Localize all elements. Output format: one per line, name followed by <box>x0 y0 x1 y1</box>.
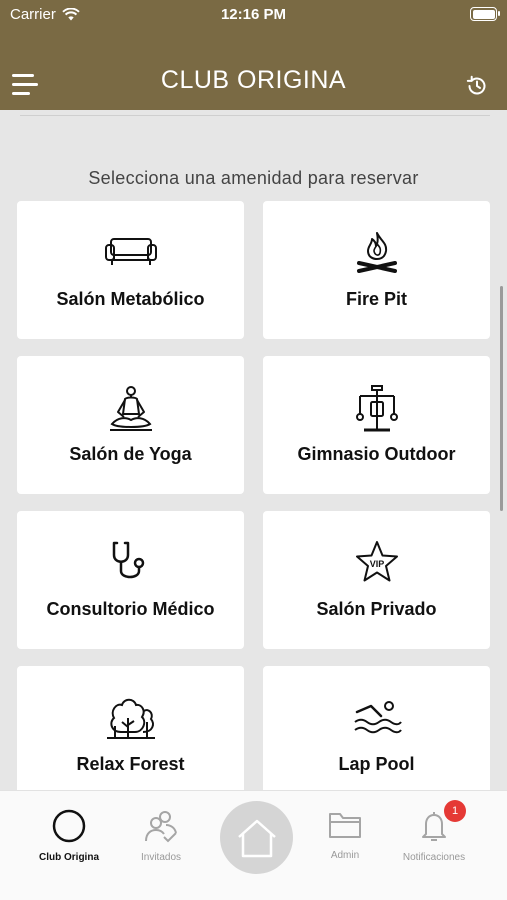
amenity-card-lap-pool[interactable]: Lap Pool <box>263 666 490 790</box>
scrollbar[interactable] <box>500 286 503 511</box>
amenity-label: Salón Metabólico <box>56 289 205 309</box>
amenity-card-salon-metabolico[interactable]: Salón Metabólico <box>17 201 244 339</box>
status-bar: Carrier 12:16 PM <box>0 0 507 30</box>
amenity-label: Lap Pool <box>338 754 415 774</box>
amenity-card-salon-privado[interactable]: VIP Salón Privado <box>263 511 490 649</box>
amenities-subtitle: Selecciona una amenidad para reservar <box>88 168 419 188</box>
battery-icon <box>470 7 500 21</box>
stethoscope-icon <box>112 541 144 579</box>
tab-label: Admin <box>330 850 360 861</box>
tab-admin[interactable]: Admin <box>300 809 390 861</box>
campfire-icon <box>356 232 397 273</box>
swimmer-icon <box>353 701 402 734</box>
amenity-card-salon-de-yoga[interactable]: Salón de Yoga <box>17 356 244 494</box>
amenity-label: Consultorio Médico <box>46 599 215 619</box>
status-time: 12:16 PM <box>220 6 287 23</box>
gym-machine-icon <box>355 385 398 432</box>
tab-notificaciones[interactable]: Notificaciones <box>389 809 479 863</box>
amenity-label: Salón Privado <box>316 599 437 619</box>
home-icon <box>237 819 276 857</box>
guests-icon <box>145 811 177 843</box>
vip-text: VIP <box>369 559 384 569</box>
home-button[interactable] <box>220 801 293 874</box>
amenity-label: Salón de Yoga <box>69 444 192 464</box>
notification-badge: 1 <box>444 800 466 822</box>
tab-bar: Club Origina Invitados Admin Notificacio… <box>0 790 507 900</box>
page-title: CLUB ORIGINA <box>160 66 347 94</box>
tab-label: Invitados <box>140 852 182 863</box>
circle-icon <box>52 809 86 843</box>
amenity-card-fire-pit[interactable]: Fire Pit <box>263 201 490 339</box>
tab-label: Club Origina <box>39 852 99 863</box>
trees-icon <box>106 698 155 739</box>
amenity-label: Fire Pit <box>345 289 407 309</box>
yoga-icon <box>109 386 152 431</box>
amenities-screen: Selecciona una amenidad para reservar Sa… <box>0 110 507 790</box>
folder-icon <box>329 813 361 838</box>
vip-star-icon: VIP <box>355 541 398 582</box>
amenity-card-consultorio-medico[interactable]: Consultorio Médico <box>17 511 244 649</box>
history-icon[interactable] <box>465 74 489 98</box>
divider <box>20 115 490 116</box>
app-header: CLUB ORIGINA <box>0 30 507 110</box>
tab-invitados[interactable]: Invitados <box>116 809 206 863</box>
amenity-label: Gimnasio Outdoor <box>297 444 456 464</box>
tab-club-origina[interactable]: Club Origina <box>24 809 114 863</box>
amenity-label: Relax Forest <box>76 754 185 774</box>
amenity-card-relax-forest[interactable]: Relax Forest <box>17 666 244 790</box>
tab-label: Notificaciones <box>402 852 466 863</box>
amenity-card-gimnasio-outdoor[interactable]: Gimnasio Outdoor <box>263 356 490 494</box>
sofa-icon <box>104 238 157 265</box>
